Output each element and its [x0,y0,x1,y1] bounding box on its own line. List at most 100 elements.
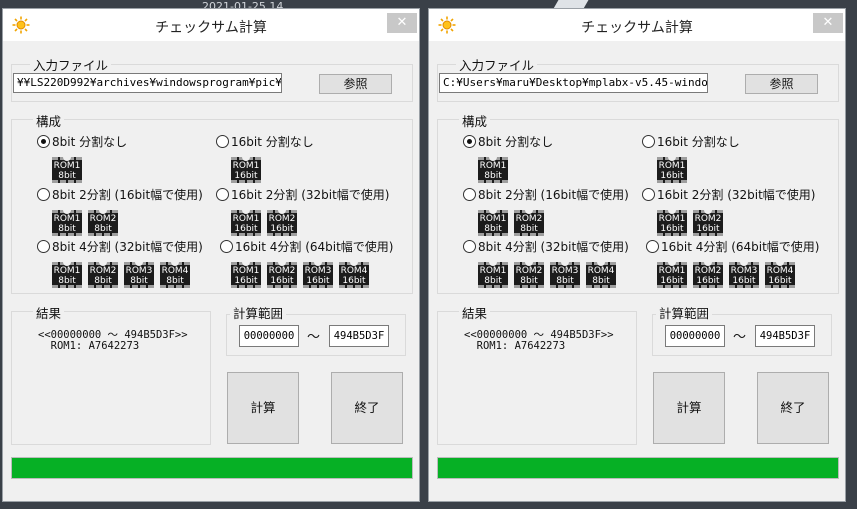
rom-chip-icon: ROM2 16bit [267,262,297,288]
rom-chip-icon: ROM4 16bit [339,262,369,288]
rom-chip-icon: ROM3 8bit [124,262,154,288]
rom-chip-name: ROM1 [232,266,260,276]
title-bar[interactable]: チェックサム計算 ✕ [429,9,845,41]
result-checksum-text: ROM1: A7642273 [38,340,140,352]
radio-button[interactable] [216,188,229,201]
config-option[interactable]: 16bit 2分割 (32bit幅で使用) [642,186,815,203]
config-option[interactable]: 16bit 2分割 (32bit幅で使用) [216,186,389,203]
rom-chip-name: ROM4 [340,266,368,276]
config-option-label: 16bit 2分割 (32bit幅で使用) [231,188,390,202]
radio-button[interactable] [37,188,50,201]
rom-chip-width: 8bit [592,276,610,286]
file-path-field[interactable]: ¥¥LS220D992¥archives¥windowsprogram¥pic¥… [13,73,282,93]
range-start-field[interactable]: 00000000 [239,325,299,347]
rom-chip-width: 16bit [768,276,792,286]
rom-chip-name: ROM1 [53,266,81,276]
radio-button[interactable] [37,240,50,253]
rom-chip-name: ROM1 [479,266,507,276]
config-option[interactable]: 8bit 分割なし [463,133,553,150]
rom-chip-name: ROM1 [479,214,507,224]
rom-chip-name: ROM1 [232,214,260,224]
rom-chip-name: ROM1 [658,214,686,224]
rom-chip-width: 8bit [58,224,76,234]
rom-chip-width: 8bit [58,276,76,286]
rom-chip-icon: ROM3 8bit [550,262,580,288]
radio-button[interactable] [646,240,659,253]
progress-fill [438,458,838,478]
config-option[interactable]: 8bit 4分割 (32bit幅で使用) [37,238,203,255]
rom-chip-icon: ROM3 16bit [729,262,759,288]
rom-chip-width: 16bit [234,276,258,286]
rom-chip-width: 8bit [94,224,112,234]
radio-button[interactable] [220,240,233,253]
browse-button[interactable]: 参照 [745,74,818,94]
rom-chip-width: 8bit [520,224,538,234]
config-option[interactable]: 8bit 2分割 (16bit幅で使用) [463,186,629,203]
config-option[interactable]: 8bit 分割なし [37,133,127,150]
config-option-label: 16bit 分割なし [231,135,314,149]
window-title: チェックサム計算 [581,20,693,36]
rom-chip-width: 16bit [270,224,294,234]
config-option-label: 8bit 4分割 (32bit幅で使用) [478,240,629,254]
config-option-label: 8bit 2分割 (16bit幅で使用) [478,188,629,202]
file-path-field[interactable]: C:¥Users¥maru¥Desktop¥mplabx-v5.45-windo… [439,73,708,93]
rom-chip-icon: ROM1 8bit [478,157,508,183]
rom-chip-icon: ROM2 8bit [88,262,118,288]
rom-chip-icon: ROM4 8bit [586,262,616,288]
calculate-button[interactable]: 計算 [653,372,725,444]
close-button[interactable]: ✕ [813,13,843,33]
rom-chip-name: ROM4 [587,266,615,276]
rom-chip-name: ROM3 [304,266,332,276]
rom-chip-icon: ROM2 8bit [88,210,118,236]
config-option[interactable]: 8bit 4分割 (32bit幅で使用) [463,238,629,255]
config-option-label: 8bit 分割なし [52,135,128,149]
rom-chip-width: 8bit [484,276,502,286]
rom-chip-width: 8bit [166,276,184,286]
rom-chip-width: 16bit [660,276,684,286]
range-end-field[interactable]: 494B5D3F [755,325,815,347]
rom-chip-width: 8bit [94,276,112,286]
rom-chip-name: ROM2 [694,214,722,224]
window-title: チェックサム計算 [155,20,267,36]
rom-chip-width: 16bit [270,276,294,286]
rom-chip-name: ROM1 [53,214,81,224]
close-button[interactable]: ✕ [387,13,417,33]
radio-button[interactable] [463,135,476,148]
rom-chip-icon: ROM1 8bit [478,210,508,236]
radio-button[interactable] [463,240,476,253]
config-option-label: 8bit 2分割 (16bit幅で使用) [52,188,203,202]
rom-chip-name: ROM4 [766,266,794,276]
range-end-field[interactable]: 494B5D3F [329,325,389,347]
radio-button[interactable] [642,135,655,148]
config-option[interactable]: 8bit 2分割 (16bit幅で使用) [37,186,203,203]
rom-chip-name: ROM2 [694,266,722,276]
title-bar[interactable]: チェックサム計算 ✕ [3,9,419,41]
rom-chip-icon: ROM1 16bit [657,157,687,183]
rom-chip-icon: ROM4 16bit [765,262,795,288]
config-option[interactable]: 16bit 4分割 (64bit幅で使用) [646,238,819,255]
rom-chip-width: 8bit [556,276,574,286]
radio-button[interactable] [37,135,50,148]
exit-button[interactable]: 終了 [331,372,403,444]
rom-chip-icon: ROM1 8bit [52,210,82,236]
rom-chip-name: ROM2 [515,214,543,224]
browse-button[interactable]: 参照 [319,74,392,94]
rom-chip-icon: ROM1 8bit [52,157,82,183]
radio-button[interactable] [216,135,229,148]
rom-chip-width: 8bit [484,171,502,181]
rom-chip-icon: ROM1 16bit [231,210,261,236]
config-option[interactable]: 16bit 分割なし [216,133,314,150]
rom-chip-name: ROM1 [658,161,686,171]
exit-button[interactable]: 終了 [757,372,829,444]
calc-range-group-label: 計算範囲 [230,303,287,322]
radio-button[interactable] [642,188,655,201]
checksum-window: チェックサム計算 ✕ 入力ファイル C:¥Users¥maru¥Desktop¥mpl… [428,8,846,502]
rom-chip-name: ROM4 [161,266,189,276]
rom-chip-icon: ROM2 8bit [514,262,544,288]
config-option[interactable]: 16bit 分割なし [642,133,740,150]
radio-button[interactable] [463,188,476,201]
range-start-field[interactable]: 00000000 [665,325,725,347]
rom-chip-name: ROM3 [551,266,579,276]
config-option[interactable]: 16bit 4分割 (64bit幅で使用) [220,238,393,255]
calculate-button[interactable]: 計算 [227,372,299,444]
